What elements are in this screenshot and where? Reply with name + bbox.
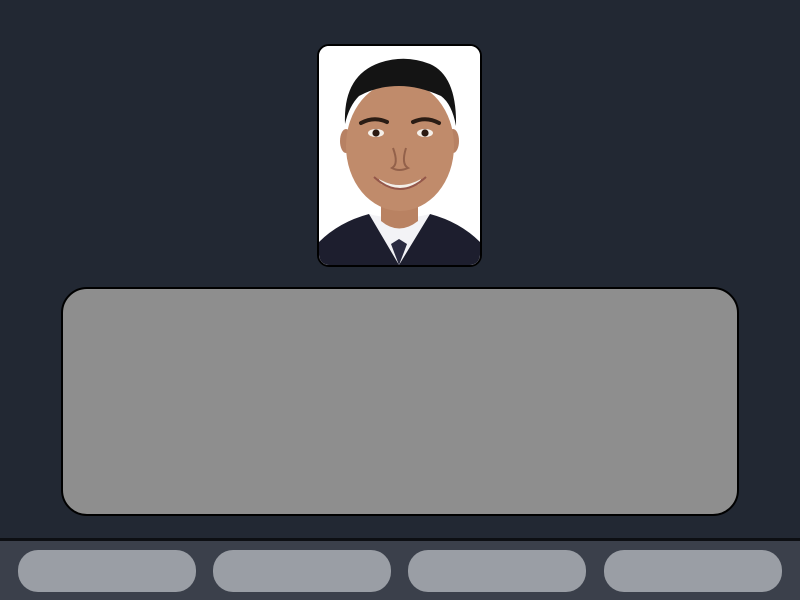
nav-button-4[interactable] [604,550,782,592]
content-panel [61,287,739,516]
profile-photo [317,44,482,267]
profile-photo-image [319,46,480,265]
bottom-nav-bar [0,538,800,600]
nav-button-3[interactable] [408,550,586,592]
nav-button-1[interactable] [18,550,196,592]
app-screen [0,0,800,600]
nav-button-2[interactable] [213,550,391,592]
